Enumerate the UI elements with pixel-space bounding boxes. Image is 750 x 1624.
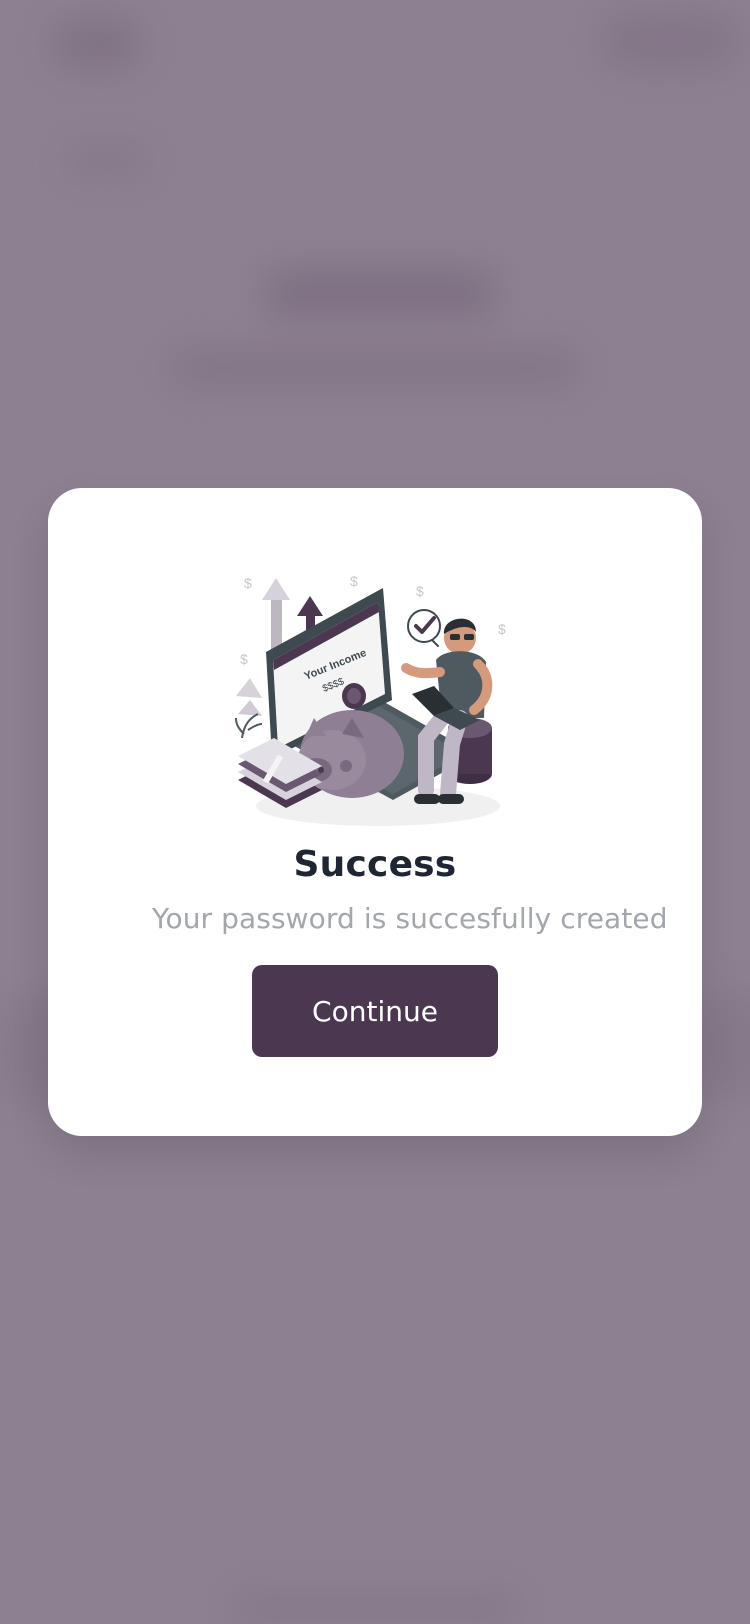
svg-text:$: $ [244,575,252,591]
coin-icon [342,683,366,709]
income-illustration: $ $ $ $ $ Your Income $$$$ [235,573,506,826]
continue-button[interactable]: Continue [252,965,498,1057]
background-label-blur [66,144,148,178]
background-title-blur [265,270,495,316]
check-circle-icon [407,609,441,647]
svg-text:$: $ [240,651,248,667]
svg-text:$: $ [498,621,506,637]
dialog-message: Your password is succesfully created [152,902,668,935]
success-dialog: $ $ $ $ $ Your Income $$$$ Success Your … [48,488,702,1136]
dialog-title: Success [293,844,457,885]
svg-text:$: $ [350,573,358,589]
svg-text:$: $ [416,583,424,599]
plant [235,713,263,739]
background-back-button-blur [52,18,142,70]
background-header-action-blur [600,12,740,70]
background-bottom-indicator-blur [230,1590,520,1624]
background-description-blur [170,348,580,388]
